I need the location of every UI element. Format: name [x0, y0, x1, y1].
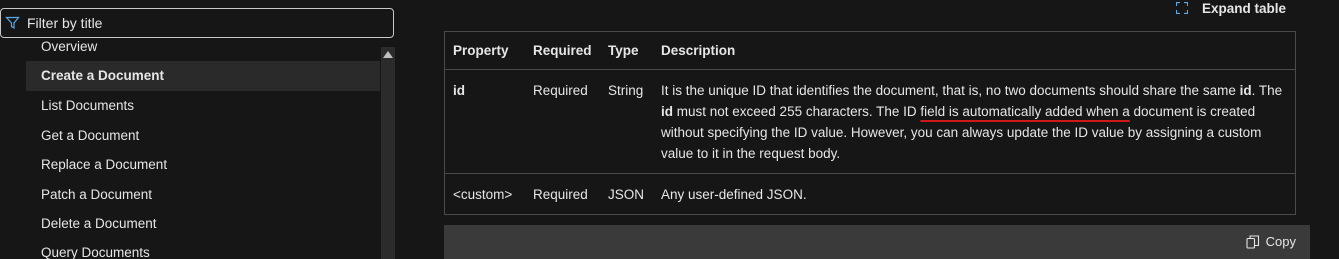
table-header-row: Property Required Type Description [444, 31, 1296, 70]
table-row: id Required String It is the unique ID t… [444, 69, 1296, 174]
header-property: Property [444, 31, 525, 70]
desc-bold-id: id [661, 104, 673, 119]
header-required: Required [525, 31, 600, 70]
filter-icon [5, 15, 21, 31]
toc-nav: Overview Create a Document List Document… [26, 40, 380, 259]
sidebar-scrollbar[interactable] [381, 47, 395, 259]
cell-description: Any user-defined JSON. [653, 173, 1296, 215]
cell-type: JSON [600, 173, 653, 215]
desc-text: must not exceed 255 characters. The ID [673, 104, 921, 119]
desc-text: It is the unique ID that identifies the … [661, 83, 1240, 98]
desc-bold-id: id [1239, 83, 1252, 98]
filter-input[interactable] [21, 15, 393, 31]
nav-item-get-document[interactable]: Get a Document [26, 121, 380, 151]
filter-box[interactable] [0, 8, 394, 38]
table-row: <custom> Required JSON Any user-defined … [444, 173, 1296, 215]
expand-table-button[interactable]: Expand table [1175, 0, 1287, 16]
cell-required: Required [525, 173, 600, 215]
copy-icon [1246, 234, 1260, 249]
scroll-up-arrow-icon[interactable] [383, 51, 393, 58]
nav-item-patch-document[interactable]: Patch a Document [26, 180, 380, 210]
nav-item-list-documents[interactable]: List Documents [26, 91, 380, 121]
expand-icon [1175, 1, 1189, 15]
cell-required: Required [525, 69, 600, 174]
copy-button[interactable]: Copy [1246, 234, 1296, 249]
nav-item-create-document[interactable]: Create a Document [26, 61, 380, 91]
properties-table: Property Required Type Description id Re… [444, 31, 1296, 215]
cell-type: String [600, 69, 653, 174]
copy-label: Copy [1265, 234, 1296, 249]
cell-description: It is the unique ID that identifies the … [653, 69, 1296, 174]
code-block: Copy [444, 225, 1310, 259]
header-type: Type [600, 31, 653, 70]
cell-property: id [444, 69, 525, 174]
header-description: Description [653, 31, 1296, 70]
nav-item-delete-document[interactable]: Delete a Document [26, 209, 380, 239]
nav-item-overview[interactable]: Overview [26, 40, 380, 62]
desc-annotated-text: field is automatically added when a [920, 104, 1130, 119]
nav-item-query-documents[interactable]: Query Documents [26, 238, 380, 259]
cell-property: <custom> [444, 173, 525, 215]
desc-text: . The [1251, 83, 1283, 98]
expand-table-label: Expand table [1202, 0, 1287, 16]
nav-item-replace-document[interactable]: Replace a Document [26, 150, 380, 180]
